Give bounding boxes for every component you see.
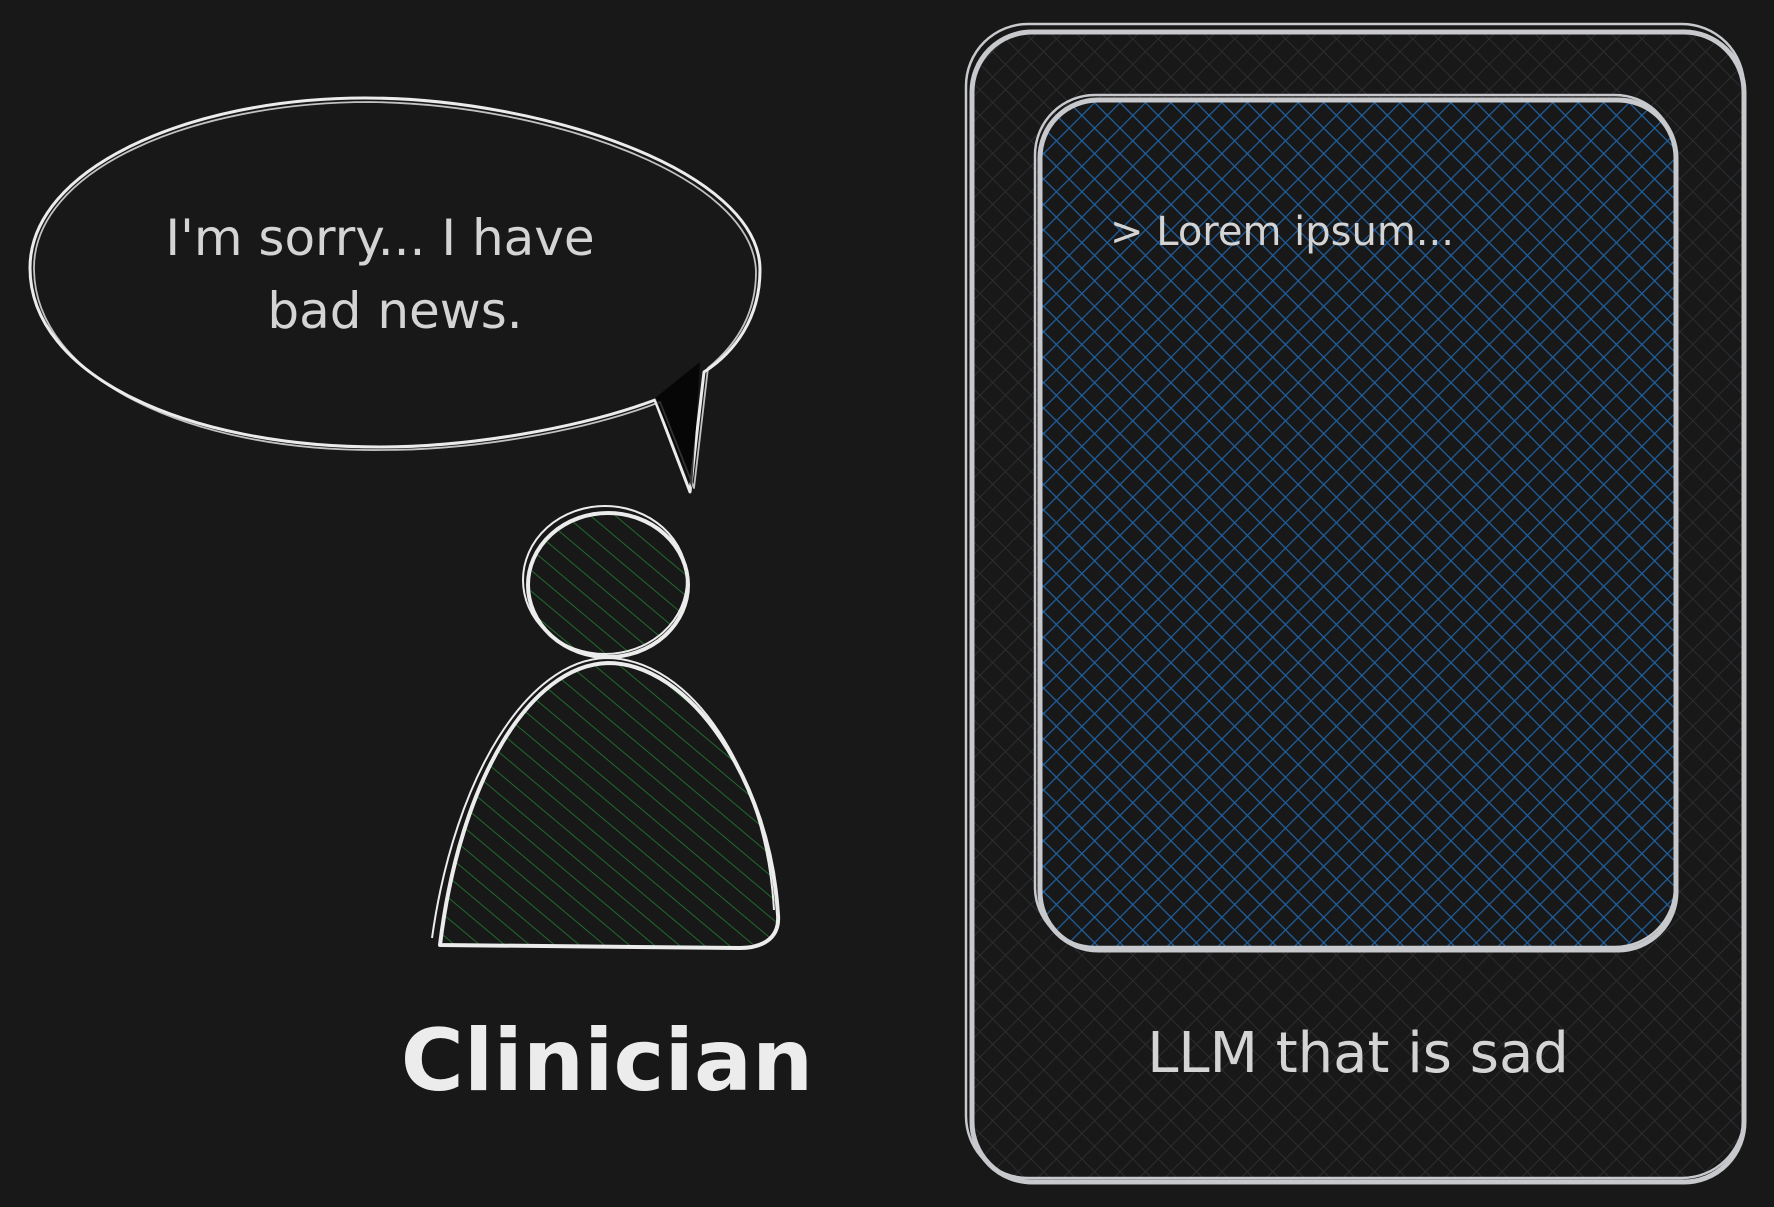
speech-bubble-line-2: bad news. xyxy=(267,282,522,340)
device-screen-text: > Lorem ipsum... xyxy=(1110,209,1454,255)
clinician-figure: Clinician xyxy=(401,505,814,1111)
device-label: LLM that is sad xyxy=(1147,1021,1569,1086)
speech-bubble-line-1: I'm sorry... I have xyxy=(165,209,594,267)
clinician-body xyxy=(438,661,781,950)
speech-bubble: I'm sorry... I have bad news. xyxy=(28,96,762,494)
llm-device: > Lorem ipsum... LLM that is sad xyxy=(964,22,1747,1185)
clinician-label: Clinician xyxy=(401,1011,814,1111)
diagram-canvas: I'm sorry... I have bad news. Clinician … xyxy=(28,22,1747,1185)
